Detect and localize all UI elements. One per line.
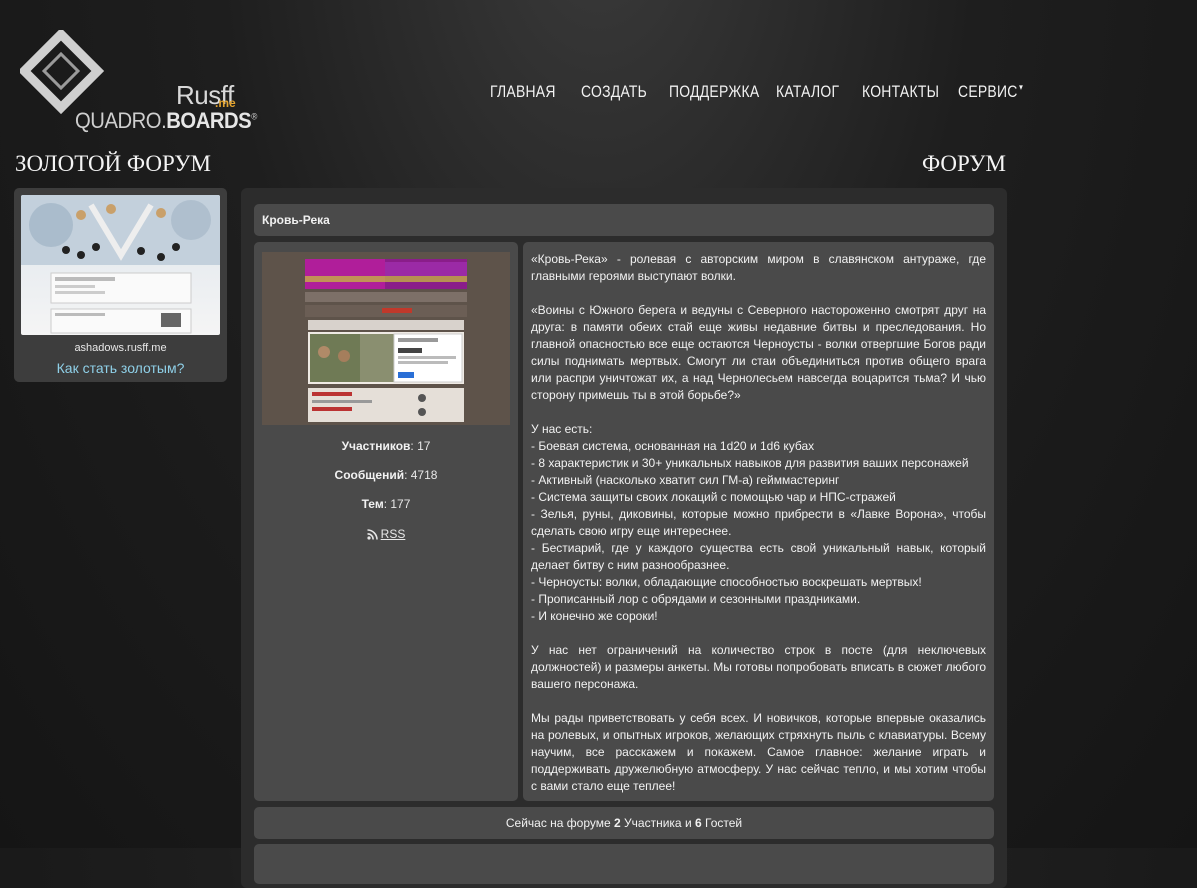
online-guests-count: 6 — [695, 816, 702, 830]
next-section-bar — [254, 844, 994, 884]
desc-intro: «Кровь-Река» - ролевая с авторским миром… — [531, 252, 986, 283]
stat-members-value: 17 — [417, 439, 431, 453]
gold-forum-url[interactable]: ashadows.rusff.me — [14, 342, 227, 354]
desc-list-item: - Боевая система, основанная на 1d20 и 1… — [531, 439, 815, 453]
desc-list-item: - Система защиты своих локаций с помощью… — [531, 490, 896, 504]
desc-welcome: Мы рады приветствовать у себя всех. И но… — [531, 711, 986, 793]
gold-forum-box: ashadows.rusff.me Как стать золотым? — [14, 188, 227, 382]
desc-limits: У нас нет ограничений на количество стро… — [531, 643, 986, 691]
desc-list-title: У нас есть: — [531, 422, 593, 436]
forum-title-bar: Кровь-Река — [254, 204, 994, 236]
nav-service[interactable]: СЕРВИС ▾ — [958, 82, 1023, 102]
forum-info-card: Участников: 17 Сообщений: 4718 Тем: 177 … — [254, 242, 518, 801]
online-status: Сейчас на форуме 2 Участника и 6 Гостей — [254, 816, 994, 830]
forum-title[interactable]: Кровь-Река — [262, 213, 330, 227]
site-logo[interactable]: Rusff .me QUADRO.BOARDS® — [20, 30, 257, 132]
desc-list-item: - Бестиарий, где у каждого существа есть… — [531, 541, 986, 572]
stat-posts: Сообщений: 4718 — [334, 468, 438, 482]
stat-members-label: Участников — [341, 439, 411, 453]
desc-lore: «Воины с Южного берега и ведуны с Северн… — [531, 303, 986, 402]
nav-create[interactable]: СОЗДАТЬ — [581, 82, 647, 102]
online-prefix: Сейчас на форуме — [505, 816, 611, 830]
stat-posts-value: 4718 — [410, 468, 438, 482]
chevron-down-icon: ▾ — [1019, 82, 1024, 92]
rss-label: RSS — [380, 527, 406, 541]
stat-topics: Тем: 177 — [361, 497, 411, 511]
online-guests-label: Гостей — [705, 816, 743, 830]
stat-topics-value: 177 — [390, 497, 411, 511]
desc-list-item: - Активный (насколько хватит сил ГМ-а) г… — [531, 473, 840, 487]
online-status-bar: Сейчас на форуме 2 Участника и 6 Гостей — [254, 807, 994, 839]
desc-list-item: - И конечно же сороки! — [531, 609, 658, 623]
stat-topics-label: Тем — [361, 497, 384, 511]
logo-quadro-text: QUADRO.BOARDS® — [75, 108, 257, 133]
nav-home[interactable]: ГЛАВНАЯ — [490, 82, 556, 102]
online-members-count: 2 — [614, 816, 621, 830]
desc-list-item: - Прописанный лор с обрядами и сезонными… — [531, 592, 861, 606]
desc-list-item: - 8 характеристик и 30+ уникальных навык… — [531, 456, 969, 470]
online-and: и — [684, 816, 692, 830]
forum-preview-image[interactable] — [262, 252, 510, 425]
forum-preview-graphic — [262, 252, 510, 425]
forum-description-card: «Кровь-Река» - ролевая с авторским миром… — [523, 242, 994, 801]
forum-description: «Кровь-Река» - ролевая с авторским миром… — [531, 251, 986, 795]
logo-diamond-icon — [20, 30, 105, 115]
nav-contacts[interactable]: КОНТАКТЫ — [862, 82, 939, 102]
how-to-become-gold-link[interactable]: Как стать золотым? — [14, 360, 227, 376]
stat-members: Участников: 17 — [341, 439, 431, 453]
gold-forum-heading: ЗОЛОТОЙ ФОРУМ — [15, 151, 211, 176]
gold-forum-preview-image — [21, 195, 220, 334]
desc-list-item: - Зелья, руны, диковины, которые можно п… — [531, 507, 986, 538]
forum-heading: ФОРУМ — [921, 151, 1006, 176]
nav-catalog[interactable]: КАТАЛОГ — [776, 82, 839, 102]
desc-list-item: - Черноусты: волки, обладающие способнос… — [531, 575, 922, 589]
forum-panel: Кровь-Река Участников: 17 Сообщений: 471… — [241, 188, 1007, 888]
online-members-label: Участника — [624, 816, 682, 830]
rss-link[interactable]: RSS — [254, 527, 518, 541]
gold-forum-screenshot[interactable] — [21, 195, 220, 335]
stat-posts-label: Сообщений — [334, 468, 405, 482]
nav-service-label: СЕРВИС — [958, 82, 1018, 101]
nav-support[interactable]: ПОДДЕРЖКА — [669, 82, 759, 102]
rss-icon — [367, 529, 378, 540]
